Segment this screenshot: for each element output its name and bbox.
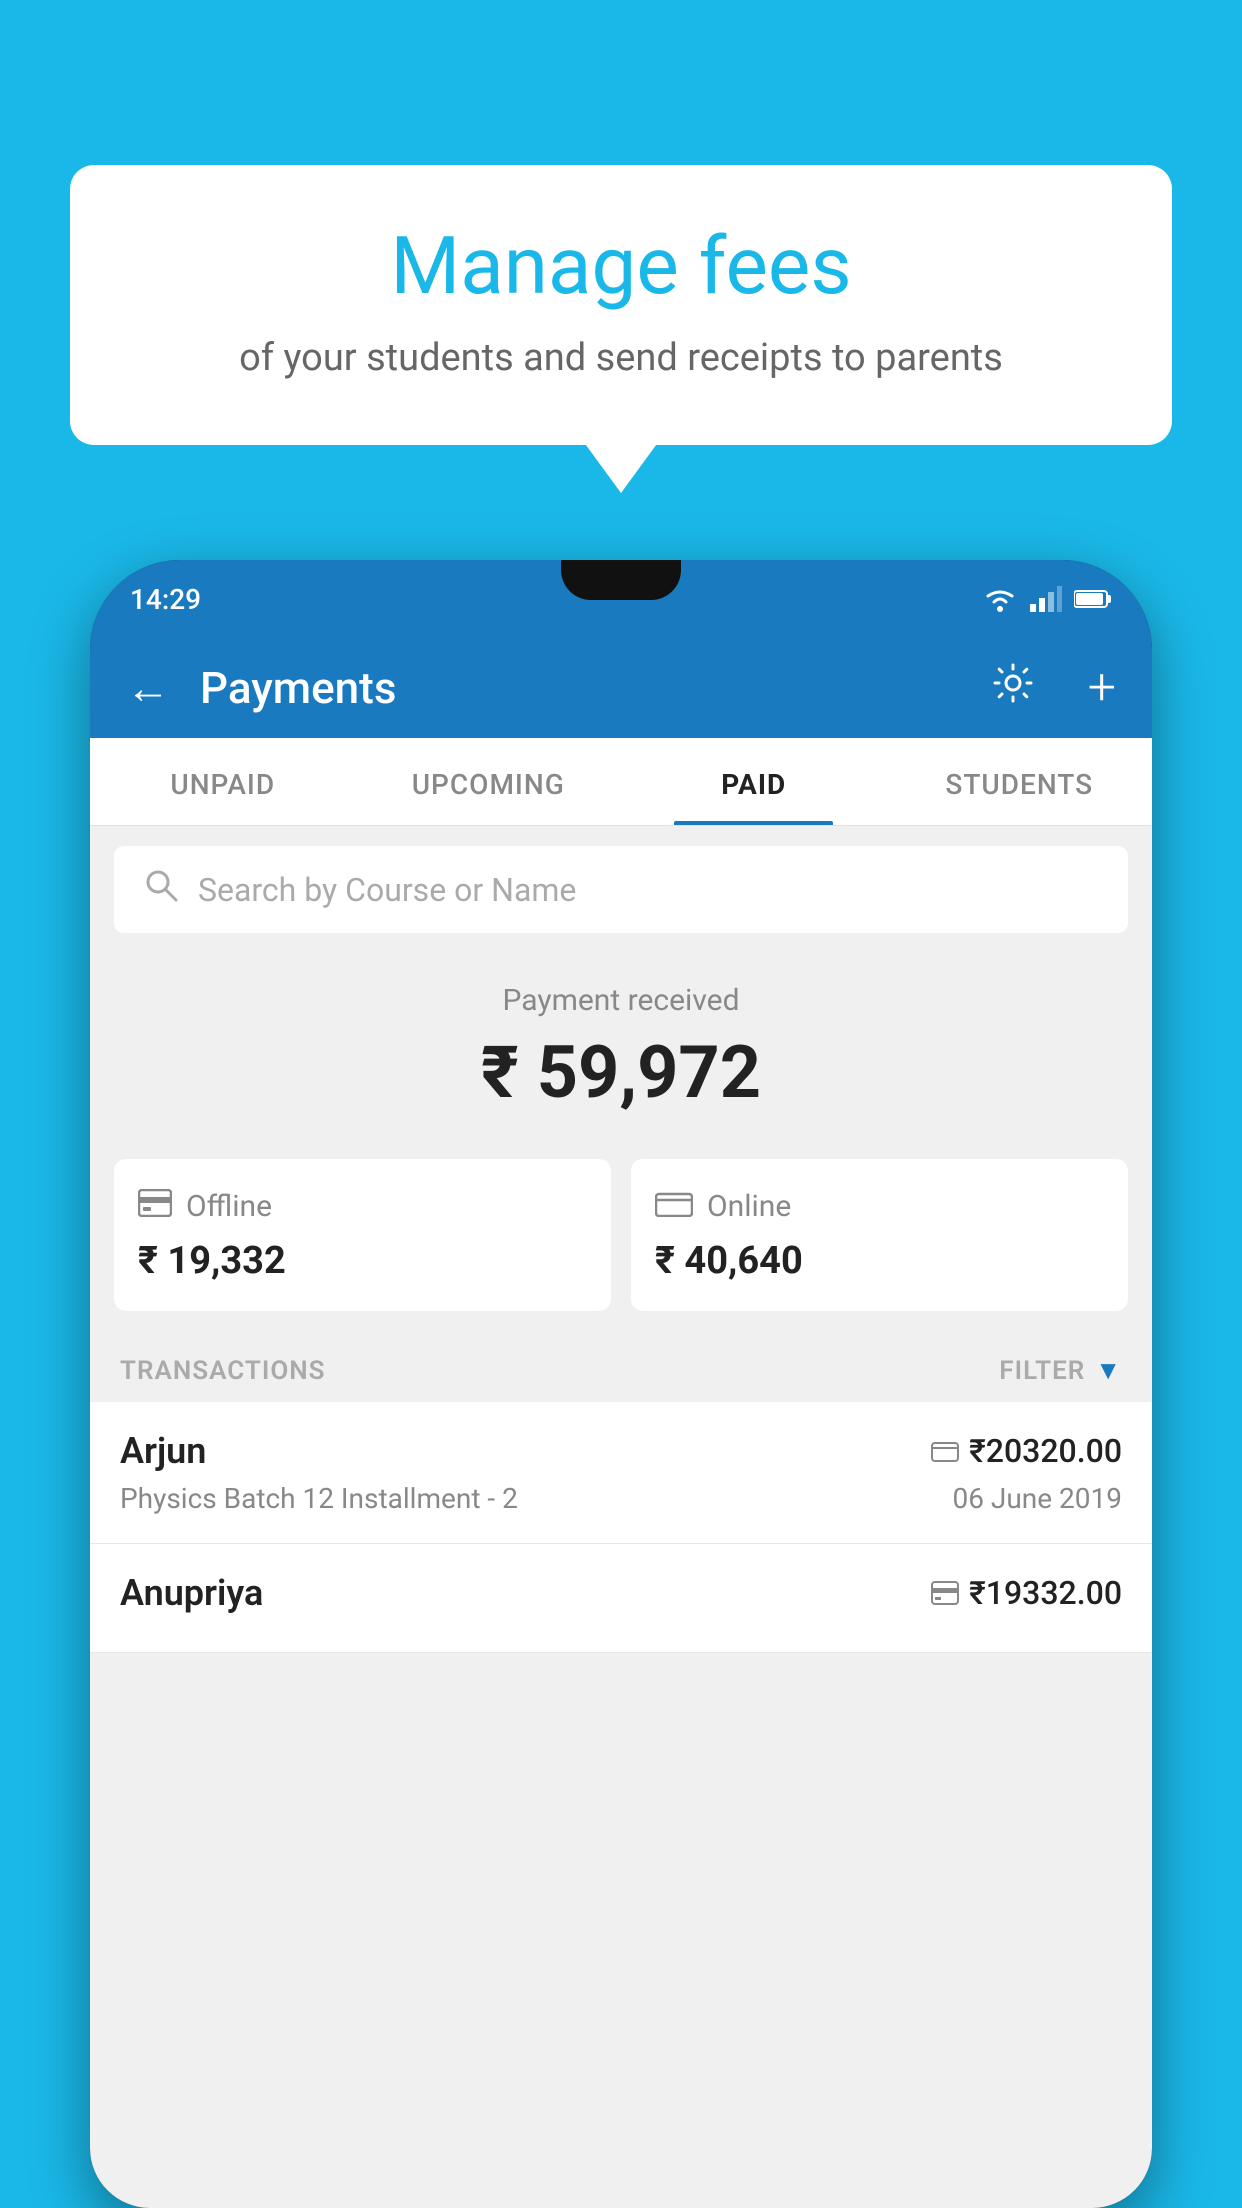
tab-paid[interactable]: PAID <box>621 738 887 825</box>
online-icon <box>655 1187 693 1225</box>
search-placeholder: Search by Course or Name <box>198 871 576 909</box>
transaction-amount-2: ₹19332.00 <box>931 1574 1122 1612</box>
transaction-date: 06 June 2019 <box>952 1482 1122 1515</box>
status-icons <box>982 586 1112 612</box>
phone-frame: 14:29 ← <box>90 560 1152 2208</box>
search-icon <box>144 868 178 911</box>
back-button[interactable]: ← <box>126 662 170 714</box>
phone-screen: UNPAID UPCOMING PAID STUDENTS Search by … <box>90 738 1152 2208</box>
online-card-header: Online <box>655 1187 1104 1225</box>
online-amount: ₹ 40,640 <box>655 1239 1104 1283</box>
wifi-icon <box>982 586 1018 612</box>
online-payment-icon <box>931 1440 959 1462</box>
settings-button[interactable] <box>992 662 1034 714</box>
online-card: Online ₹ 40,640 <box>631 1159 1128 1311</box>
table-row[interactable]: Arjun ₹20320.00 Physics Batch 12 Install… <box>90 1402 1152 1544</box>
transactions-label: TRANSACTIONS <box>120 1356 326 1386</box>
search-bar[interactable]: Search by Course or Name <box>114 846 1128 933</box>
speech-bubble: Manage fees of your students and send re… <box>70 165 1172 445</box>
transaction-amount: ₹20320.00 <box>931 1432 1122 1470</box>
phone-notch <box>561 560 681 600</box>
offline-card-header: Offline <box>138 1187 587 1225</box>
tab-unpaid[interactable]: UNPAID <box>90 738 356 825</box>
transactions-header: TRANSACTIONS FILTER ▼ <box>90 1331 1152 1402</box>
online-label: Online <box>707 1189 791 1224</box>
payment-received-section: Payment received ₹ 59,972 <box>90 953 1152 1139</box>
offline-card: Offline ₹ 19,332 <box>114 1159 611 1311</box>
battery-icon <box>1074 589 1112 609</box>
tab-students[interactable]: STUDENTS <box>887 738 1153 825</box>
offline-payment-icon <box>931 1581 959 1605</box>
offline-icon <box>138 1187 172 1225</box>
transaction-top: Arjun ₹20320.00 <box>120 1430 1122 1472</box>
transaction-bottom: Physics Batch 12 Installment - 2 06 June… <box>120 1482 1122 1515</box>
bubble-subtitle: of your students and send receipts to pa… <box>130 332 1112 385</box>
filter-icon: ▼ <box>1095 1355 1122 1386</box>
transaction-detail: Physics Batch 12 Installment - 2 <box>120 1482 518 1515</box>
tabs-bar: UNPAID UPCOMING PAID STUDENTS <box>90 738 1152 826</box>
app-header: ← Payments + <box>90 638 1152 738</box>
offline-label: Offline <box>186 1189 272 1224</box>
tab-upcoming[interactable]: UPCOMING <box>356 738 622 825</box>
payment-received-amount: ₹ 59,972 <box>90 1030 1152 1115</box>
table-row[interactable]: Anupriya ₹19332.00 <box>90 1544 1152 1653</box>
signal-icon <box>1030 586 1062 612</box>
transaction-name-2: Anupriya <box>120 1572 263 1614</box>
status-bar: 14:29 <box>90 560 1152 638</box>
add-button[interactable]: + <box>1088 659 1116 717</box>
payment-cards: Offline ₹ 19,332 Online ₹ 40,640 <box>90 1139 1152 1331</box>
transaction-top-2: Anupriya ₹19332.00 <box>120 1572 1122 1614</box>
offline-amount: ₹ 19,332 <box>138 1239 587 1283</box>
header-title: Payments <box>200 662 962 714</box>
filter-button[interactable]: FILTER ▼ <box>999 1355 1122 1386</box>
transaction-name: Arjun <box>120 1430 206 1472</box>
bubble-title: Manage fees <box>130 220 1112 312</box>
payment-received-label: Payment received <box>90 983 1152 1018</box>
status-time: 14:29 <box>130 583 201 616</box>
